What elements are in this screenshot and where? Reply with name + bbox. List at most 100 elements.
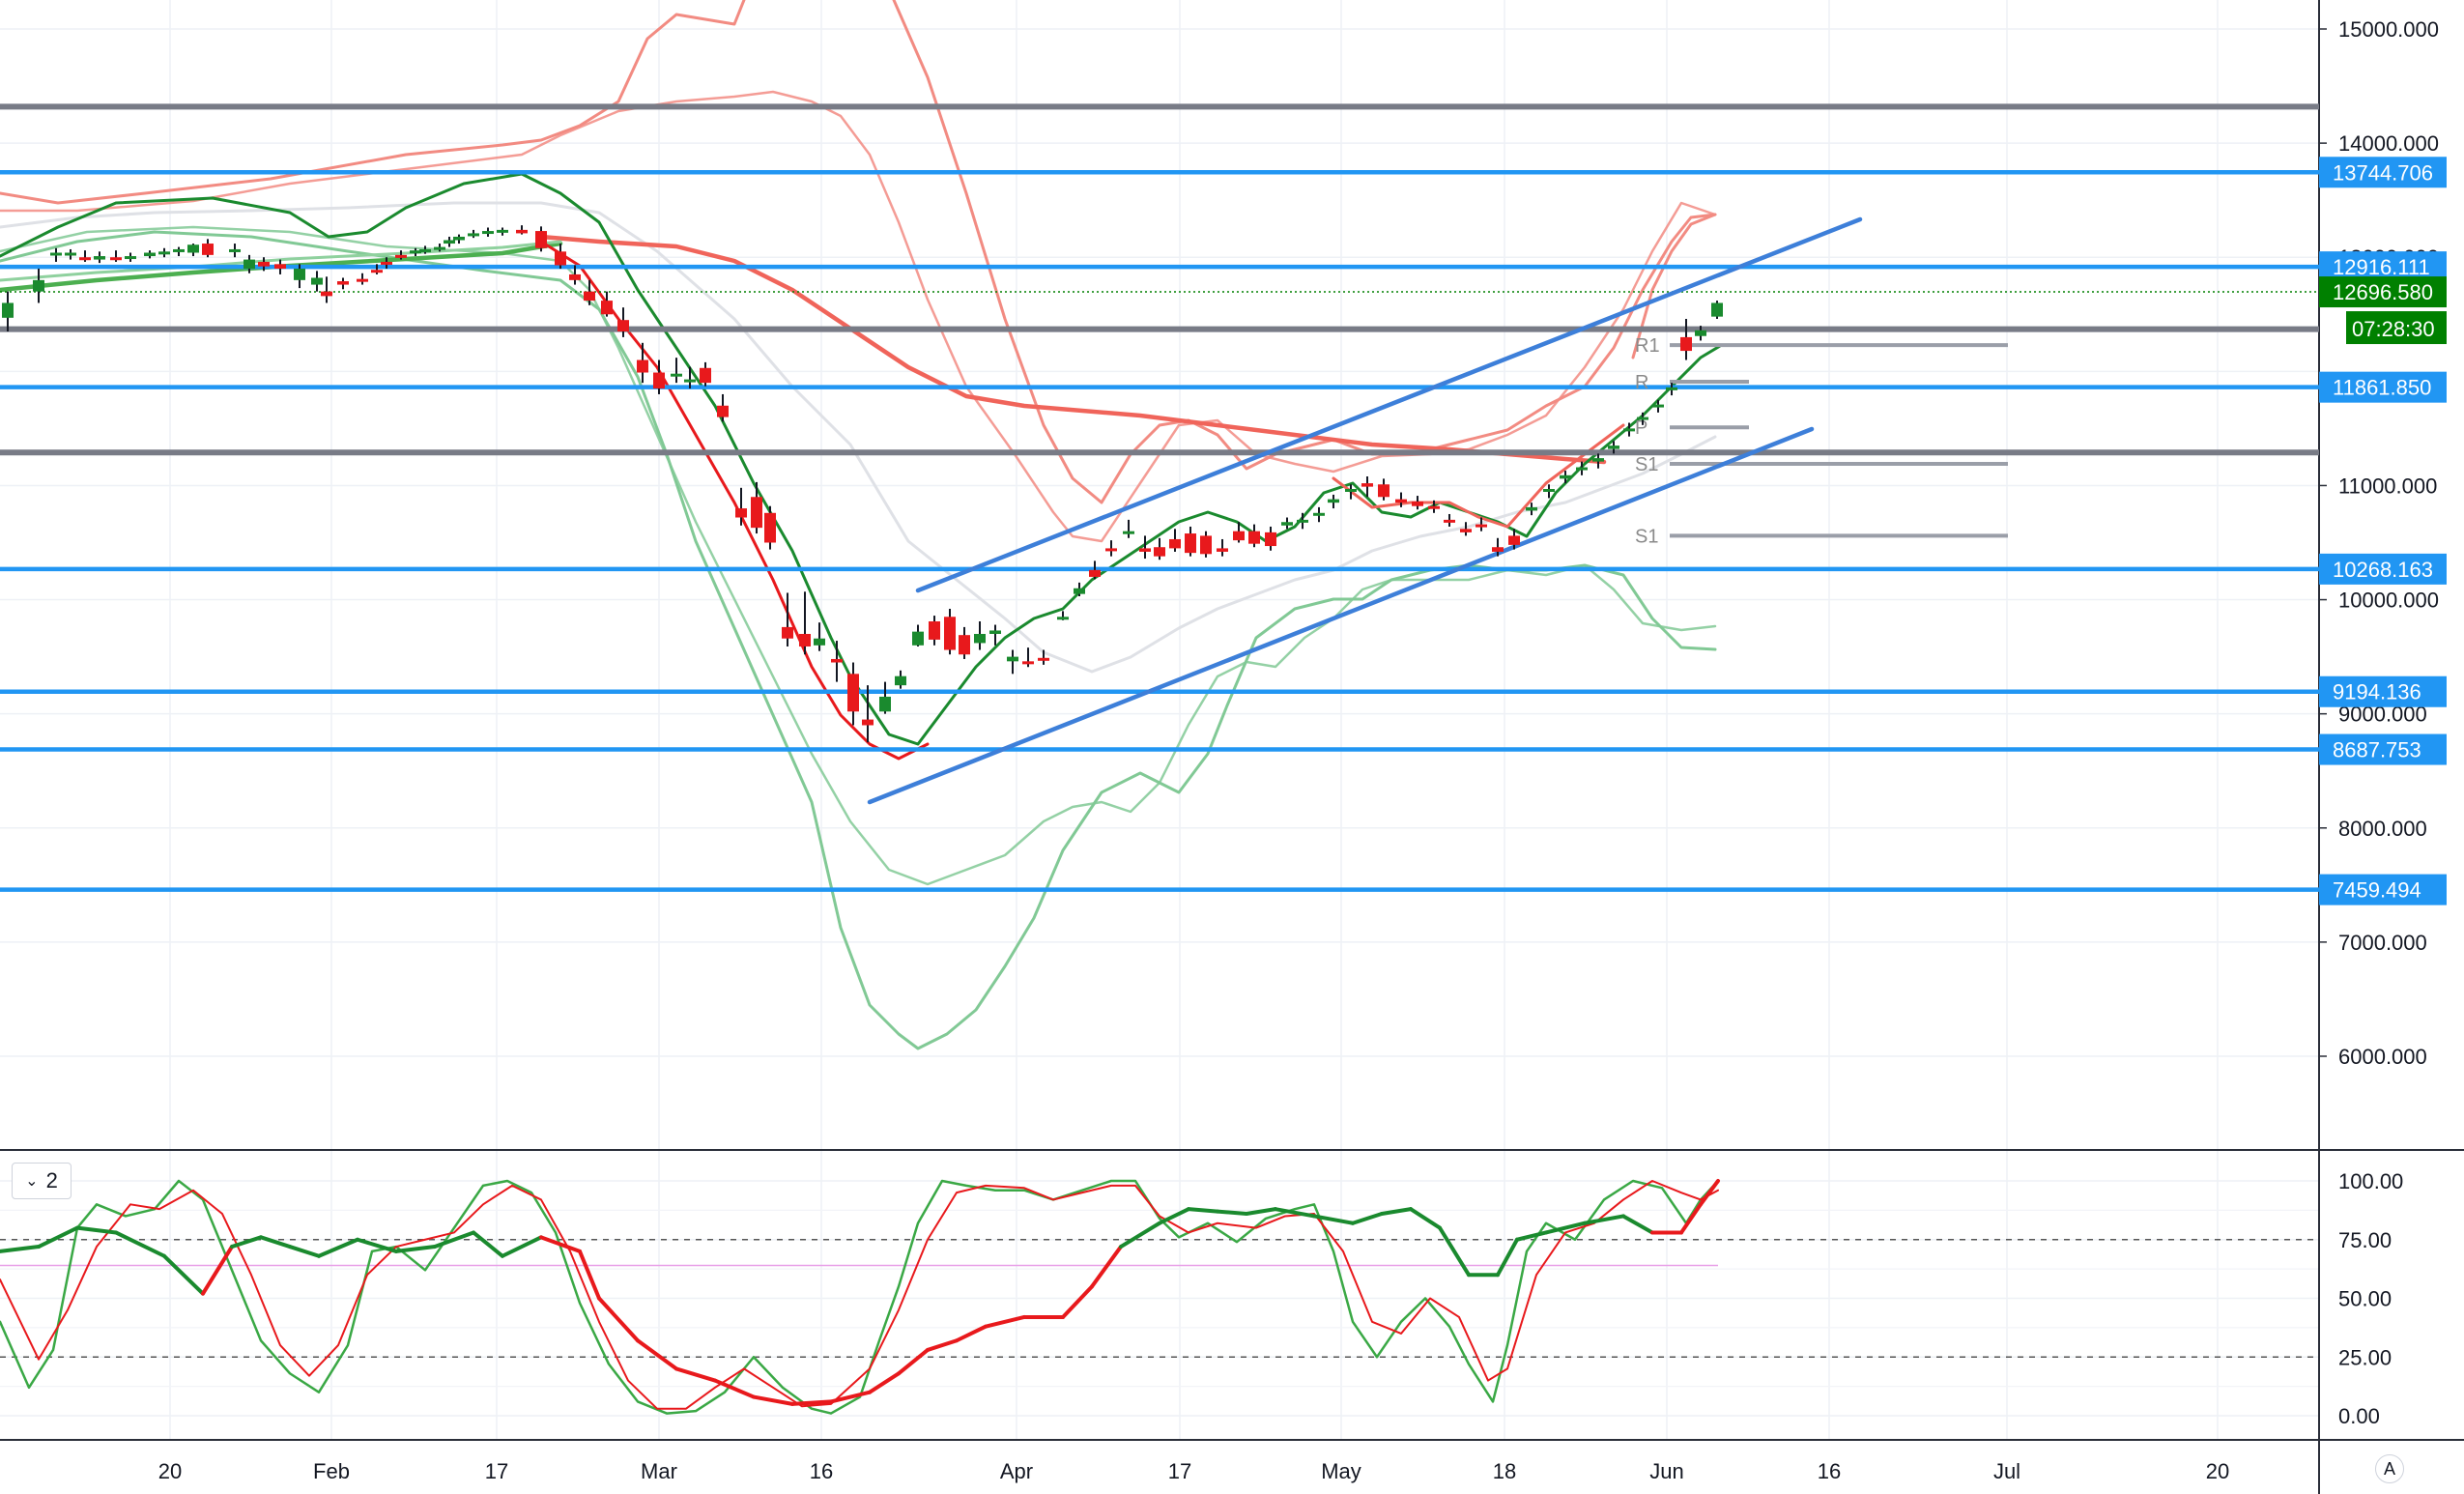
time-axis-label: 16 [810,1459,833,1483]
candle-body [974,633,986,644]
price-tag-text: 11861.850 [2333,376,2431,400]
candle-body [274,264,286,270]
candle-body [653,372,665,389]
price-scale: 15000.00014000.00013000.00011000.0001000… [2319,17,2447,1069]
auto-scale-button[interactable]: A [2375,1454,2404,1483]
candle-body [782,626,793,639]
oscillator-slow-segment [1158,1207,1190,1225]
candle-body [434,246,445,250]
pivot-label: P [1635,417,1647,439]
candle-body [1007,656,1018,662]
candle-body [1395,499,1407,503]
candle-body [1476,524,1487,528]
candle-body [1508,535,1520,545]
candle-body [1297,519,1308,523]
candle-body [1576,467,1588,471]
candle-body [1328,499,1339,503]
candle-body [1444,519,1455,523]
candle-body [444,240,455,244]
pivot-label: S1 [1635,526,1658,547]
candle-body [468,233,479,237]
price-tag: 8687.753 [2319,733,2447,765]
countdown-text: 07:28:30 [2352,317,2435,341]
upper-band-inner [0,90,1717,543]
candle-body [1412,501,1423,506]
candle-body [799,633,811,646]
candle-body [912,631,924,646]
price-tag-text: 8687.753 [2333,738,2421,762]
candle-body [895,675,906,686]
candle-body [1695,330,1706,336]
pane-number: 2 [45,1168,58,1192]
oscillator-slow-segment [926,1338,959,1352]
oscillator-slow-segment [259,1235,292,1250]
oscillator-slow-segment [1409,1207,1442,1230]
oscillator-slow-segment [317,1237,359,1258]
candle-body [717,405,729,417]
price-tag: 11861.850 [2319,371,2447,403]
candle-body [847,674,859,712]
candle-body [671,373,682,377]
candle-body [814,638,825,646]
candle-body [125,256,136,260]
candle-body [294,269,305,280]
oscillator-scale-label: 100.00 [2338,1169,2403,1193]
oscillator-slow-segment [1351,1212,1384,1225]
candle-body [1313,512,1325,516]
candle-body [1361,483,1373,487]
oscillator-slow-segment [829,1390,872,1404]
candle-body [371,270,383,273]
time-axis-label: Feb [313,1459,350,1483]
candle-body [1680,336,1692,352]
candle-body [751,497,762,529]
candle-body [1652,404,1664,408]
candle-body [110,257,122,261]
time-axis-label: Mar [641,1459,677,1483]
candle-body [1022,661,1034,665]
candle-body [1074,588,1085,594]
candle-body [1608,445,1619,449]
candle-body [1592,458,1604,462]
oscillator-slow-segment [394,1245,437,1253]
candle-body [497,229,508,233]
time-axis-label: 18 [1493,1459,1516,1483]
pivot-label: R [1635,372,1648,393]
candle-body [1233,531,1245,541]
candle-body [321,291,332,297]
oscillator-slow-segment [868,1371,901,1394]
price-scale-label: 15000.000 [2338,17,2439,42]
time-axis-label: Apr [1000,1459,1033,1483]
oscillator-slow-segment [1496,1237,1519,1278]
candle-body [258,261,270,267]
price-tag-text: 9194.136 [2333,680,2421,704]
candle-body [944,617,956,650]
price-scale-label: 7000.000 [2338,931,2427,955]
candle-body [1139,548,1151,552]
price-tag: 12696.580 [2319,276,2447,308]
candle-body [311,277,323,285]
candle-body [1185,533,1196,554]
candle-body [516,229,528,234]
candle-body [1217,548,1228,552]
chart-stage[interactable]: R1RPS1S115000.00014000.00013000.00011000… [0,0,2464,1494]
price-chart[interactable]: R1RPS1S115000.00014000.00013000.00011000… [0,0,2464,1494]
chevron-down-icon: ⌄ [25,1173,39,1190]
pivot-label: R1 [1635,335,1660,357]
oscillator-slow-segment [955,1324,988,1343]
oscillator-pane-badge[interactable]: ⌄ 2 [12,1163,72,1199]
candle-body [1526,506,1537,511]
candle-body [1089,569,1101,577]
candle-body [1637,417,1648,420]
middle-band [0,201,1717,674]
oscillator-slow-segment [1119,1221,1161,1250]
candle-body [617,320,629,331]
oscillator-slow-segment [1090,1245,1123,1289]
oscillator-slow-segment [37,1225,79,1250]
countdown-tag: 07:28:30 [2346,311,2447,345]
candle-body [1711,302,1723,317]
candle-body [65,252,76,256]
oscillator-slow-segment [752,1394,794,1406]
candle-body [1057,617,1069,620]
price-scale-label: 10000.000 [2338,589,2439,613]
price-scale-label: 14000.000 [2338,131,2439,156]
